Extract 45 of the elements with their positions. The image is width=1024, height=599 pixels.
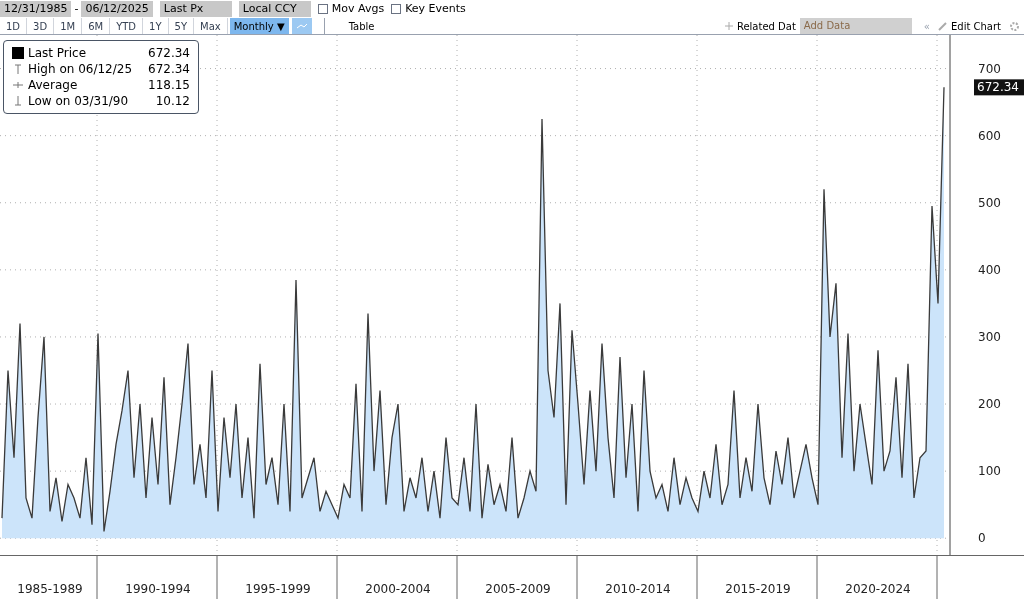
x-axis-label: 1985-1989 (17, 582, 83, 596)
checkbox-label: Mov Avgs (331, 0, 385, 17)
table-tab[interactable]: Table (323, 18, 399, 34)
pencil-icon (937, 21, 947, 31)
y-tick-label: 200 (978, 397, 1001, 412)
line-chart-icon (295, 22, 308, 30)
checkbox[interactable] (317, 4, 328, 14)
legend-label: High on 06/12/25 (28, 61, 134, 77)
x-axis-label: 2005-2009 (485, 582, 551, 596)
related-data-button[interactable]: Related Dat (720, 18, 800, 34)
field-dropdown[interactable]: Last Px (159, 1, 232, 17)
x-axis-label: 2015-2019 (725, 582, 791, 596)
edit-chart-button[interactable]: Edit Chart (933, 18, 1005, 34)
legend-label: Low on 03/31/90 (28, 93, 130, 109)
legend-value: 10.12 (155, 93, 190, 109)
x-axis-label: 1990-1994 (125, 582, 191, 596)
x-axis-label: 1995-1999 (245, 582, 311, 596)
low-marker-icon (12, 95, 24, 107)
end-date-field[interactable]: 06/12/2025 (81, 1, 153, 17)
currency-dropdown[interactable]: Local CCY (238, 1, 311, 17)
square-icon (12, 47, 24, 59)
last-value-tag: 672.34 (974, 79, 1024, 96)
y-tick-label: 700 (978, 61, 1001, 76)
checkbox[interactable] (391, 4, 402, 14)
average-marker-icon (12, 79, 24, 91)
checkbox-label: Key Events (405, 0, 466, 17)
y-tick-label: 500 (978, 195, 1001, 210)
legend-value: 118.15 (148, 77, 190, 93)
legend-value: 672.34 (148, 61, 190, 77)
x-axis-label: 2000-2004 (365, 582, 431, 596)
plus-icon (724, 22, 733, 30)
y-tick-label: 300 (978, 329, 1001, 344)
y-tick-label: 600 (978, 128, 1001, 143)
y-tick-label: 400 (978, 262, 1001, 277)
start-date-field[interactable]: 12/31/1985 (0, 1, 72, 17)
legend-label: Last Price (28, 45, 88, 61)
y-tick-label: 100 (978, 464, 1001, 479)
legend-value: 672.34 (148, 45, 190, 61)
high-marker-icon (12, 63, 24, 75)
frequency-dropdown[interactable]: Monthly ▼ (229, 18, 289, 34)
x-axis-label: 2010-2014 (605, 582, 671, 596)
x-axis-label: 2020-2024 (845, 582, 911, 596)
y-tick-label: 0 (978, 531, 986, 546)
legend-label: Average (28, 77, 79, 93)
date-separator: - (74, 0, 79, 17)
